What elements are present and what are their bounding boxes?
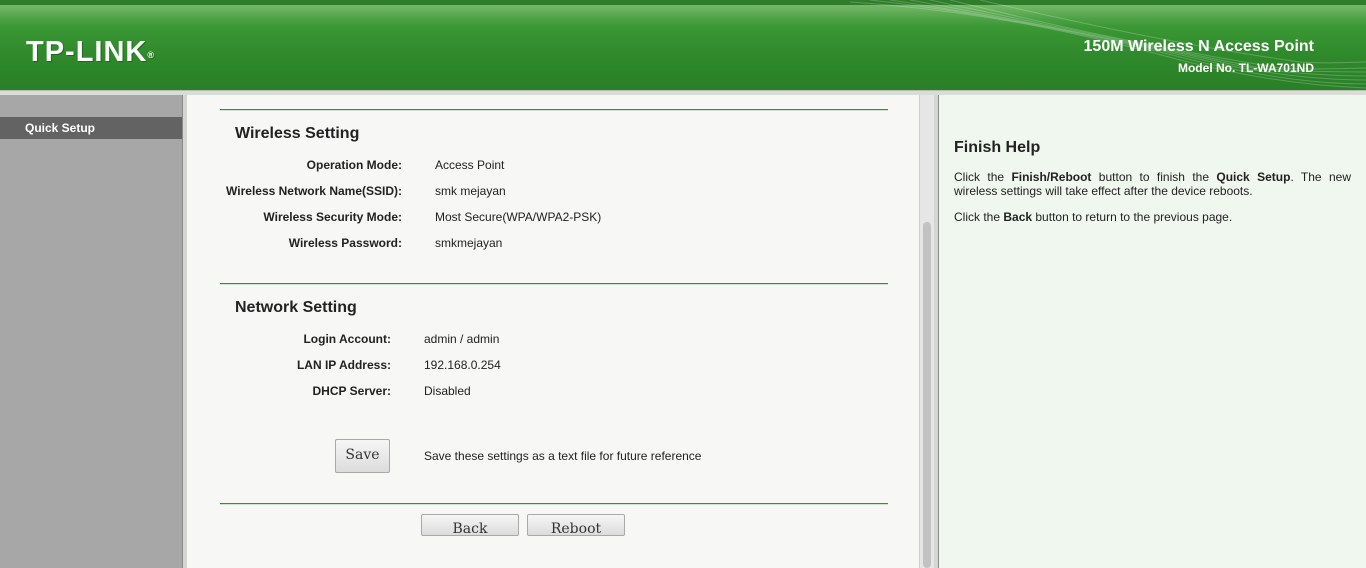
- ssid-label: Wireless Network Name(SSID):: [226, 184, 402, 198]
- dhcp-server-value: Disabled: [424, 384, 471, 398]
- product-name: 150M Wireless N Access Point: [1083, 38, 1314, 55]
- save-button[interactable]: Save: [335, 439, 390, 473]
- divider-bottom: [220, 503, 888, 505]
- operation-mode-label: Operation Mode:: [306, 158, 402, 172]
- main-scrollbar[interactable]: [919, 95, 934, 568]
- divider-top: [220, 109, 888, 111]
- main-content: Wireless Setting Operation Mode: Access …: [187, 95, 919, 568]
- ssid-value: smk mejayan: [435, 184, 506, 198]
- reboot-button[interactable]: Reboot: [527, 514, 625, 537]
- sidebar-menu: Quick Setup: [0, 95, 182, 568]
- save-description: Save these settings as a text file for f…: [424, 449, 702, 463]
- help-panel: Finish Help Click the Finish/Reboot butt…: [939, 95, 1366, 568]
- header-banner: TP-LINK® 150M Wireless N Access Point Mo…: [0, 0, 1366, 90]
- lan-ip-value: 192.168.0.254: [424, 358, 501, 372]
- divider-middle: [220, 283, 888, 285]
- wireless-password-label: Wireless Password:: [288, 236, 402, 250]
- help-paragraph-back: Click the Back button to return to the p…: [954, 210, 1233, 224]
- help-title: Finish Help: [954, 139, 1041, 156]
- dhcp-server-label: DHCP Server:: [312, 384, 391, 398]
- security-mode-label: Wireless Security Mode:: [263, 210, 402, 224]
- back-button[interactable]: Back: [421, 514, 519, 537]
- login-account-label: Login Account:: [303, 332, 391, 346]
- help-paragraph-finish: Click the Finish/Reboot button to finish…: [954, 170, 1351, 198]
- product-info: 150M Wireless N Access Point Model No. T…: [1084, 38, 1314, 75]
- network-setting-title: Network Setting: [235, 299, 357, 316]
- wireless-setting-title: Wireless Setting: [235, 125, 360, 142]
- security-mode-value: Most Secure(WPA/WPA2-PSK): [435, 210, 602, 224]
- tp-link-logo: TP-LINK®: [26, 36, 155, 68]
- wireless-password-value: smkmejayan: [435, 236, 503, 250]
- scrollbar-thumb[interactable]: [923, 222, 931, 568]
- operation-mode-value: Access Point: [435, 158, 505, 172]
- model-number: Model No. TL-WA701ND: [1177, 61, 1314, 75]
- lan-ip-label: LAN IP Address:: [296, 358, 391, 372]
- login-account-value: admin / admin: [424, 332, 500, 346]
- sidebar-item-quick-setup[interactable]: Quick Setup: [0, 117, 182, 139]
